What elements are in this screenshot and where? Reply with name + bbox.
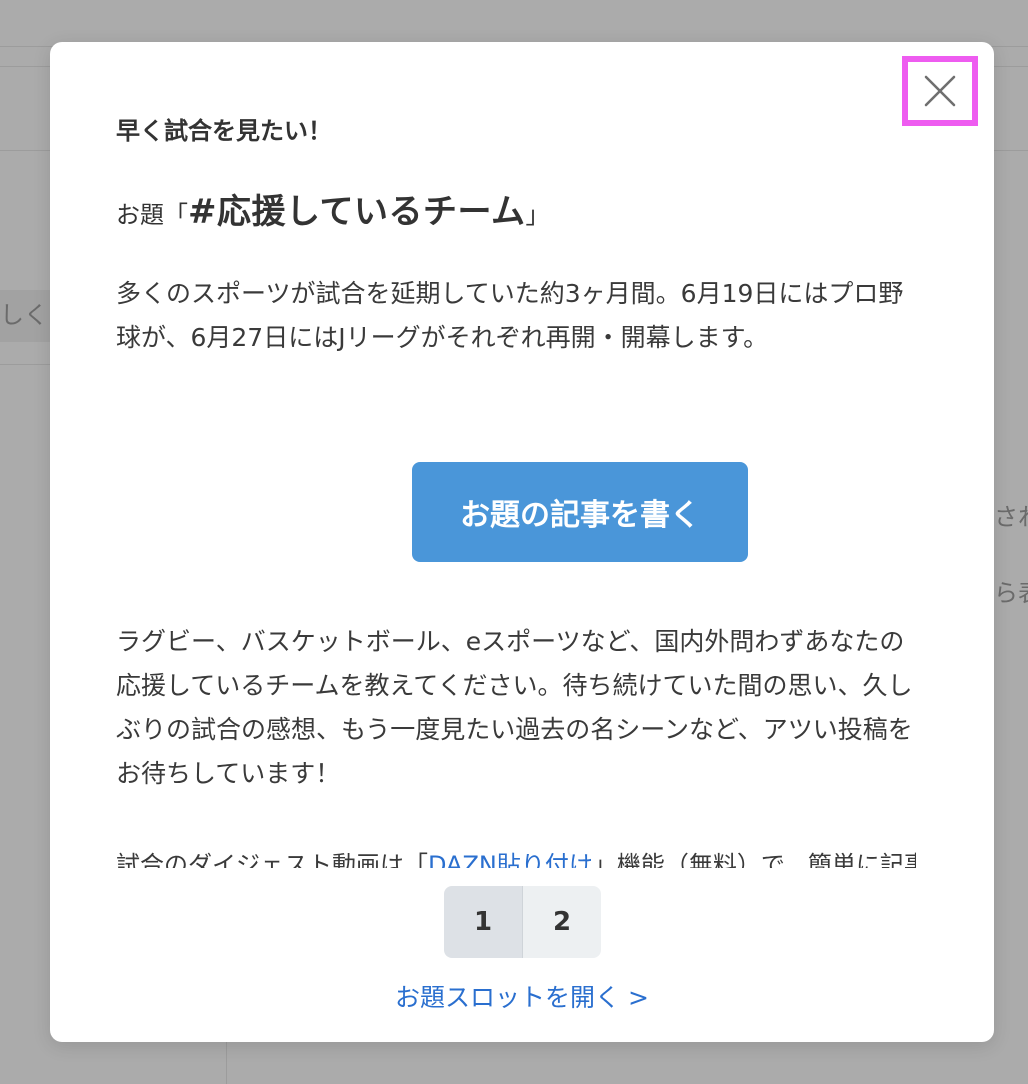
modal-subtitle: 早く試合を見たい！ bbox=[116, 117, 332, 145]
background-divider bbox=[226, 1042, 227, 1084]
clipped-paragraph: 試合のダイジェスト動画は「DAZN貼り付け」機能（無料）で、簡単に記事に貼 bbox=[116, 850, 916, 868]
clipped-text: 」機能（無料）で、簡単に記事に貼 bbox=[592, 851, 916, 868]
background-divider bbox=[0, 364, 50, 365]
close-icon bbox=[923, 74, 957, 108]
background-text-right: され bbox=[994, 503, 1028, 531]
pagination: 1 2 bbox=[444, 886, 601, 958]
screen: しく され ら表 早く試合を見たい！ お題「#応援しているチーム」 多くのスポー… bbox=[0, 0, 1028, 1084]
clipped-text: 試合のダイジェスト動画は「 bbox=[116, 851, 428, 868]
description-paragraph: ラグビー、バスケットボール、eスポーツなど、国内外問わずあなたの応援しているチー… bbox=[116, 627, 913, 788]
theme-modal: 早く試合を見たい！ お題「#応援しているチーム」 多くのスポーツが試合を延期して… bbox=[50, 42, 994, 1042]
theme-title: お題「#応援しているチーム」 bbox=[116, 188, 549, 242]
write-article-button[interactable]: お題の記事を書く bbox=[412, 462, 748, 562]
theme-suffix: 」 bbox=[525, 201, 550, 229]
theme-prefix: お題「 bbox=[116, 201, 188, 229]
page-button-2[interactable]: 2 bbox=[523, 886, 601, 958]
close-button[interactable] bbox=[902, 56, 978, 126]
dazn-link[interactable]: DAZN貼り付け bbox=[428, 851, 593, 868]
open-theme-slot-link[interactable]: お題スロットを開く > bbox=[50, 980, 994, 1016]
theme-hashtag: #応援しているチーム bbox=[188, 192, 526, 232]
background-text-right: ら表 bbox=[994, 579, 1028, 607]
background-text-left: しく bbox=[0, 301, 48, 329]
page-button-1[interactable]: 1 bbox=[444, 886, 522, 958]
description-paragraph: 多くのスポーツが試合を延期していた約3ヶ月間。6月19日にはプロ野球が、6月27… bbox=[116, 279, 904, 352]
